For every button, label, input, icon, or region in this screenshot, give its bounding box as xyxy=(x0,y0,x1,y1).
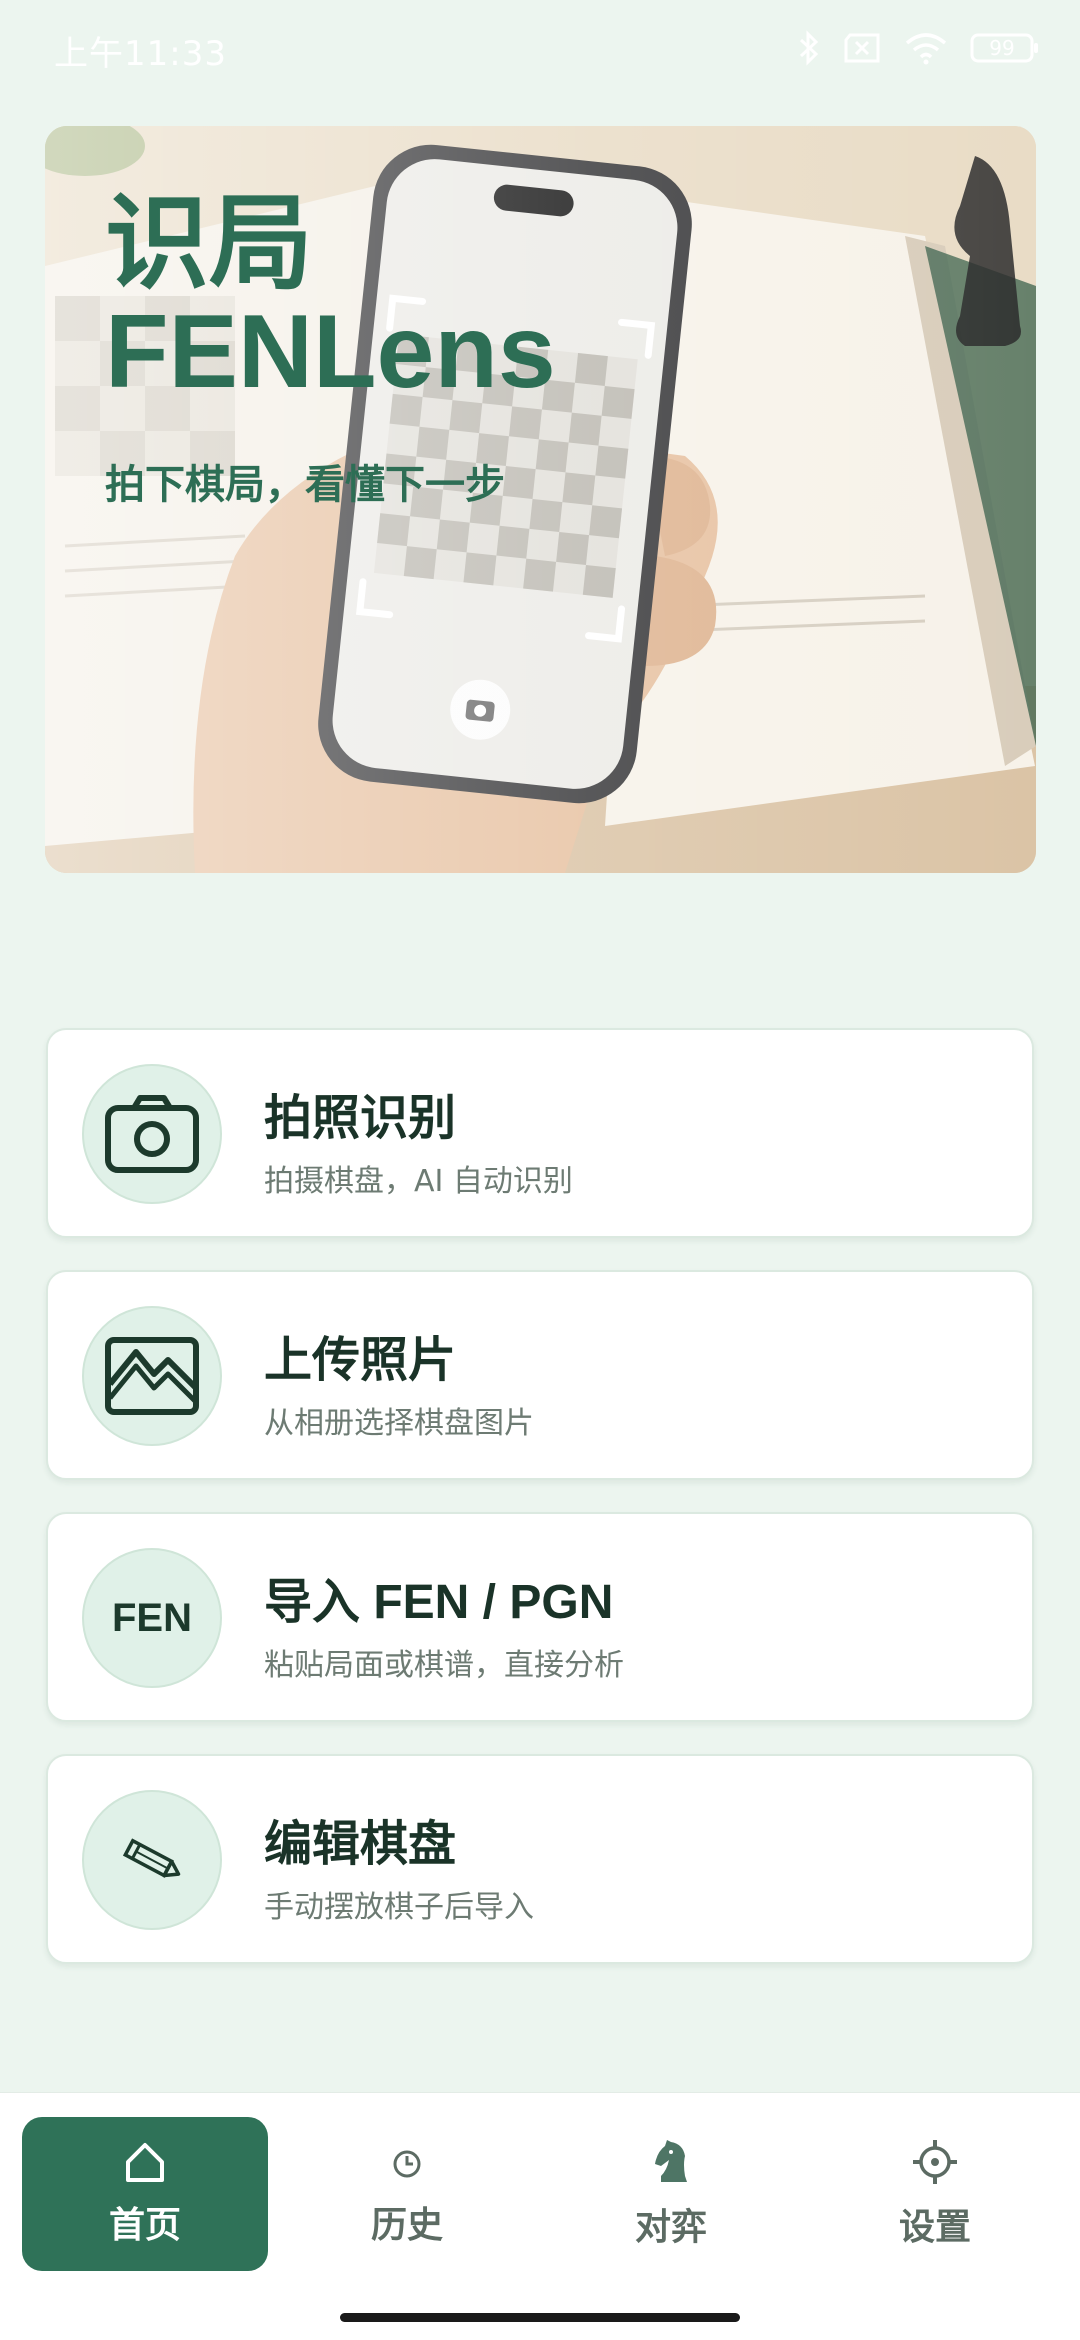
battery-level: 99 xyxy=(989,36,1015,60)
card-subtitle: 手动摆放棋子后导入 xyxy=(264,1890,534,1925)
card-title: 拍照识别 xyxy=(264,1092,457,1145)
nav-play[interactable]: 对弈 xyxy=(548,2117,794,2271)
nav-label: 对弈 xyxy=(634,2206,707,2247)
wifi-icon xyxy=(904,31,948,65)
nav-settings[interactable]: 设置 xyxy=(812,2117,1058,2271)
fen-icon-text: FEN xyxy=(112,1595,192,1640)
nav-home[interactable]: 首页 xyxy=(22,2117,268,2271)
hero-banner: 识局 FENLens 拍下棋局，看懂下一步 xyxy=(45,126,1036,873)
card-title: 导入 FEN / PGN xyxy=(264,1576,614,1629)
home-indicator[interactable] xyxy=(340,2313,740,2322)
status-bar: 上午11:33 99 xyxy=(0,0,1080,96)
status-time: 上午11:33 xyxy=(54,34,227,74)
status-icons: 99 xyxy=(798,26,1040,70)
hero-title: 识局 FENLens xyxy=(105,190,556,406)
bottom-nav: 首页 历史 对弈 设置 xyxy=(0,2092,1080,2340)
hero-subtitle: 拍下棋局，看懂下一步 xyxy=(105,463,505,507)
card-subtitle: 粘贴局面或棋谱，直接分析 xyxy=(264,1648,624,1683)
settings-icon xyxy=(911,2138,959,2190)
battery-icon: 99 xyxy=(970,32,1040,64)
nav-label: 首页 xyxy=(108,2204,181,2245)
import-fen-card[interactable]: FEN 导入 FEN / PGN 粘贴局面或棋谱，直接分析 xyxy=(46,1512,1034,1722)
pencil-icon xyxy=(82,1790,222,1930)
edit-board-card[interactable]: 编辑棋盘 手动摆放棋子后导入 xyxy=(46,1754,1034,1964)
card-subtitle: 拍摄棋盘，AI 自动识别 xyxy=(264,1164,573,1199)
nav-label: 历史 xyxy=(370,2204,443,2245)
history-icon xyxy=(385,2140,429,2188)
sim-x-icon xyxy=(842,32,882,64)
fen-icon: FEN xyxy=(82,1548,222,1688)
hero-title-en: FENLens xyxy=(105,294,556,410)
home-icon xyxy=(123,2140,167,2188)
image-icon xyxy=(82,1306,222,1446)
knight-icon xyxy=(649,2138,693,2190)
nav-label: 设置 xyxy=(898,2206,971,2247)
card-subtitle: 从相册选择棋盘图片 xyxy=(264,1406,534,1441)
nav-history[interactable]: 历史 xyxy=(284,2117,530,2271)
card-title: 编辑棋盘 xyxy=(264,1818,457,1871)
hero-title-cn: 识局 xyxy=(105,186,314,302)
camera-recognize-card[interactable]: 拍照识别 拍摄棋盘，AI 自动识别 xyxy=(46,1028,1034,1238)
card-title: 上传照片 xyxy=(264,1334,457,1387)
bluetooth-icon xyxy=(798,30,820,66)
upload-photo-card[interactable]: 上传照片 从相册选择棋盘图片 xyxy=(46,1270,1034,1480)
camera-icon xyxy=(82,1064,222,1204)
